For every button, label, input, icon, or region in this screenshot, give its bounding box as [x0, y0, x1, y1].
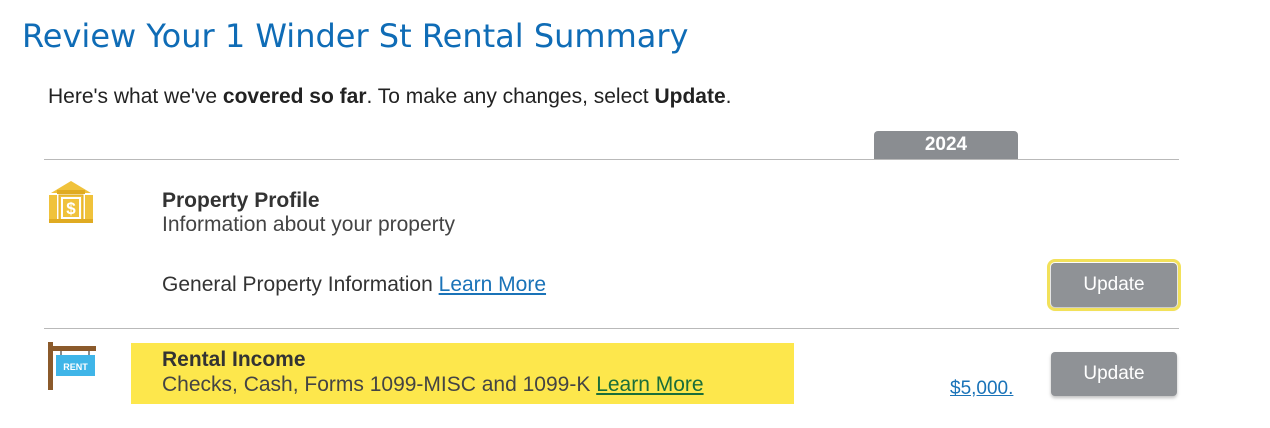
svg-text:$: $ — [66, 199, 76, 218]
update-button-property-profile[interactable]: Update — [1047, 259, 1181, 311]
rent-sign-label: RENT — [63, 362, 88, 372]
bank-building-dollar-icon: $ — [47, 179, 95, 230]
page-title: Review Your 1 Winder St Rental Summary — [22, 17, 689, 55]
section-subtitle-property-profile: Information about your property — [162, 213, 455, 236]
intro-prefix: Here's what we've — [48, 85, 223, 108]
rent-sign-icon: RENT — [47, 340, 99, 397]
intro-bold-covered: covered so far — [222, 85, 367, 108]
intro-bold-update: Update — [654, 85, 726, 108]
intro-middle: . To make any changes, select — [366, 85, 655, 108]
line-item-label: General Property Information — [162, 273, 433, 296]
rental-income-amount-link[interactable]: $5,000. — [950, 378, 1013, 399]
header-divider — [44, 159, 1179, 160]
section-title-rental-income: Rental Income — [162, 348, 306, 371]
learn-more-link-property[interactable]: Learn More — [439, 273, 546, 296]
intro-text: Here's what we've covered so far. To mak… — [48, 85, 731, 109]
year-column-header: 2024 — [874, 131, 1018, 159]
rental-income-subtitle: Checks, Cash, Forms 1099-MISC and 1099-K — [162, 373, 591, 396]
update-button-rental-income[interactable]: Update — [1051, 352, 1177, 396]
section-divider — [44, 328, 1179, 329]
section-subtitle-rental-income: Checks, Cash, Forms 1099-MISC and 1099-K… — [162, 373, 704, 397]
rental-income-amount[interactable]: $5,000. — [950, 378, 1013, 400]
intro-suffix: . — [725, 85, 732, 108]
section-title-property-profile: Property Profile — [162, 189, 320, 212]
learn-more-link-rental[interactable]: Learn More — [596, 373, 703, 396]
line-item-general-property-info: General Property Information Learn More — [162, 273, 546, 297]
